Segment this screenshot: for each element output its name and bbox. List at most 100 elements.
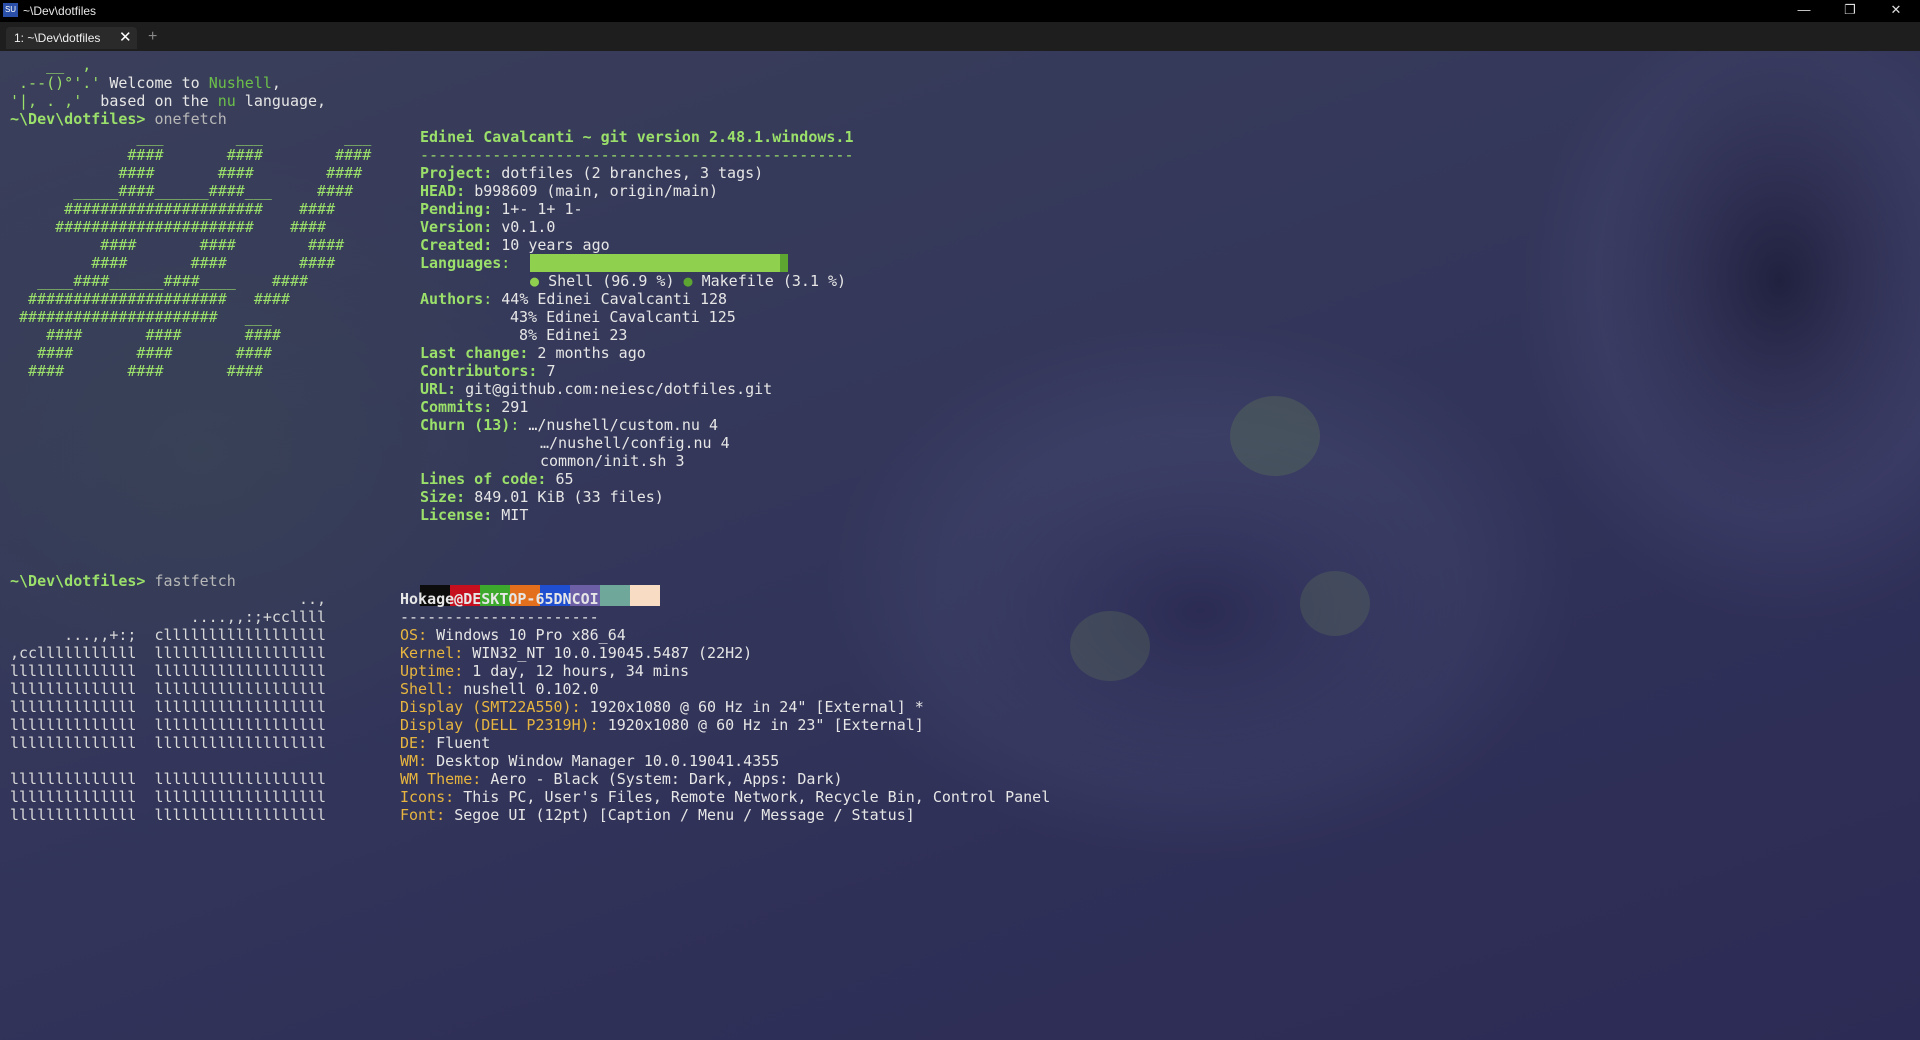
author: 43% Edinei Cavalcanti 125: [510, 308, 736, 326]
languages-row: Languages:: [420, 254, 511, 272]
logo-line: llllllllllllll lllllllllllllllllll: [10, 734, 327, 752]
info-key: OS: [400, 626, 419, 644]
onefetch-separator: ----------------------------------------…: [420, 146, 854, 164]
logo-line: ..,: [10, 590, 327, 608]
fastfetch-separator: ----------------------: [400, 608, 599, 626]
info-key: Uptime: [400, 662, 455, 680]
info-row: Created: 10 years ago: [420, 236, 610, 254]
logo-line: llllllllllllll lllllllllllllllllll: [10, 788, 327, 806]
languages-bar: [530, 254, 788, 272]
welcome-text: based on the: [82, 92, 218, 110]
restore-button[interactable]: ❐: [1827, 0, 1873, 22]
info-value: 7: [546, 362, 556, 380]
author: 44% Edinei Cavalcanti 128: [501, 290, 728, 308]
info-key: Shell: [400, 680, 446, 698]
wallpaper-clover: [1070, 611, 1150, 681]
logo-line: llllllllllllll lllllllllllllllllll: [10, 806, 327, 824]
makefile-bullet-icon: ●: [683, 272, 693, 290]
info-value: 65: [555, 470, 574, 488]
logo-line: ____####______####____ ####: [10, 272, 309, 290]
info-row: License: MIT: [420, 506, 529, 524]
nu-name: nu: [217, 92, 236, 110]
info-row: WM Theme: Aero - Black (System: Dark, Ap…: [400, 770, 843, 788]
info-value: 10 years ago: [501, 236, 610, 254]
info-value: dotfiles (2 branches, 3 tags): [501, 164, 764, 182]
nushell-name: Nushell: [208, 74, 272, 92]
info-key: DE: [400, 734, 419, 752]
logo-line: llllllllllllll lllllllllllllllllll: [10, 680, 327, 698]
logo-line: ...,,+:; cllllllllllllllllll: [10, 626, 327, 644]
churn-file: …/nushell/custom.nu 4: [528, 416, 719, 434]
info-value: 1 day, 12 hours, 34 mins: [472, 662, 689, 680]
prompt-line: ~\Dev\dotfiles> fastfetch: [10, 572, 236, 590]
info-value: This PC, User's Files, Remote Network, R…: [463, 788, 1051, 806]
info-key: WM Theme: [400, 770, 473, 788]
churn-row: Churn (13): …/nushell/custom.nu 4: [420, 416, 719, 434]
info-value: MIT: [501, 506, 529, 524]
info-row: Uptime: 1 day, 12 hours, 34 mins: [400, 662, 689, 680]
logo-line: ....,,:;+ccllll: [10, 608, 327, 626]
color-swatch: [600, 585, 630, 606]
info-key: Icons: [400, 788, 446, 806]
info-row: Size: 849.01 KiB (33 files): [420, 488, 664, 506]
info-key: WM: [400, 752, 419, 770]
title-bar[interactable]: SU ~\Dev\dotfiles — ❐ ✕: [0, 0, 1920, 22]
info-key: Last change: [420, 344, 520, 362]
logo-line: llllllllllllll lllllllllllllllllll: [10, 698, 327, 716]
info-value: WIN32_NT 10.0.19045.5487 (22H2): [472, 644, 753, 662]
info-value: 2 months ago: [537, 344, 646, 362]
color-swatch: [630, 585, 660, 606]
new-tab-button[interactable]: +: [148, 28, 157, 46]
info-key: Font: [400, 806, 437, 824]
info-key: Pending: [420, 200, 484, 218]
churn-file: common/init.sh 3: [540, 452, 685, 470]
welcome-line-2: '|, . ,' based on the nu language,: [10, 92, 326, 110]
info-key: Commits: [420, 398, 484, 416]
logo-line: llllllllllllll lllllllllllllllllll: [10, 770, 327, 788]
close-window-button[interactable]: ✕: [1873, 0, 1919, 22]
info-key: URL: [420, 380, 448, 398]
info-key: Kernel: [400, 644, 455, 662]
info-key: Created: [420, 236, 484, 254]
minimize-button[interactable]: —: [1781, 0, 1827, 22]
language-name: Shell (96.9 %): [548, 272, 675, 290]
shell-bullet-icon: ●: [530, 272, 540, 290]
info-row: Shell: nushell 0.102.0: [400, 680, 599, 698]
info-value: v0.1.0: [501, 218, 556, 236]
info-key: Lines of code: [420, 470, 538, 488]
info-value: b998609 (main, origin/main): [474, 182, 719, 200]
info-value: Windows 10 Pro x86_64: [436, 626, 626, 644]
nushell-art: __ ,: [10, 56, 92, 74]
info-row: Contributors: 7: [420, 362, 556, 380]
info-row: Commits: 291: [420, 398, 529, 416]
shell-bar: [530, 254, 780, 272]
info-key: Version: [420, 218, 484, 236]
author: 8% Edinei 23: [510, 326, 628, 344]
info-key: Churn (13): [420, 416, 511, 434]
info-row: URL: git@github.com:neiesc/dotfiles.git: [420, 380, 773, 398]
logo-line: llllllllllllll lllllllllllllllllll: [10, 716, 327, 734]
welcome-text: Welcome to: [100, 74, 209, 92]
info-key: Project: [420, 164, 484, 182]
info-key: Authors: [420, 290, 484, 308]
info-row: Pending: 1+- 1+ 1-: [420, 200, 583, 218]
terminal-output[interactable]: __ , .--()°'.' Welcome to Nushell, '|, .…: [0, 51, 1920, 1040]
info-value: 291: [501, 398, 529, 416]
logo-line: #### #### ####: [10, 164, 363, 182]
fastfetch-header: Hokage@DESKTOP-65DNCOI: [400, 590, 599, 608]
info-key: Languages: [420, 254, 502, 272]
logo-line: ___ ___ ___: [10, 128, 372, 146]
info-row: Font: Segoe UI (12pt) [Caption / Menu / …: [400, 806, 915, 824]
tab-dotfiles[interactable]: 1: ~\Dev\dotfiles ✕: [6, 27, 137, 49]
tab-close-icon[interactable]: ✕: [119, 28, 132, 46]
info-value: nushell 0.102.0: [463, 680, 599, 698]
wallpaper-clover: [1300, 571, 1370, 636]
logo-line: #### #### ####: [10, 236, 345, 254]
info-row: Display (DELL P2319H): 1920x1080 @ 60 Hz…: [400, 716, 924, 734]
command: fastfetch: [154, 572, 236, 590]
nushell-art: '|, . ,': [10, 92, 83, 110]
logo-line: #### #### ####: [10, 254, 336, 272]
onefetch-header: Edinei Cavalcanti ~ git version 2.48.1.w…: [420, 128, 854, 146]
logo-line: #### #### ####: [10, 146, 372, 164]
info-value: 1920x1080 @ 60 Hz in 24" [External] *: [589, 698, 924, 716]
